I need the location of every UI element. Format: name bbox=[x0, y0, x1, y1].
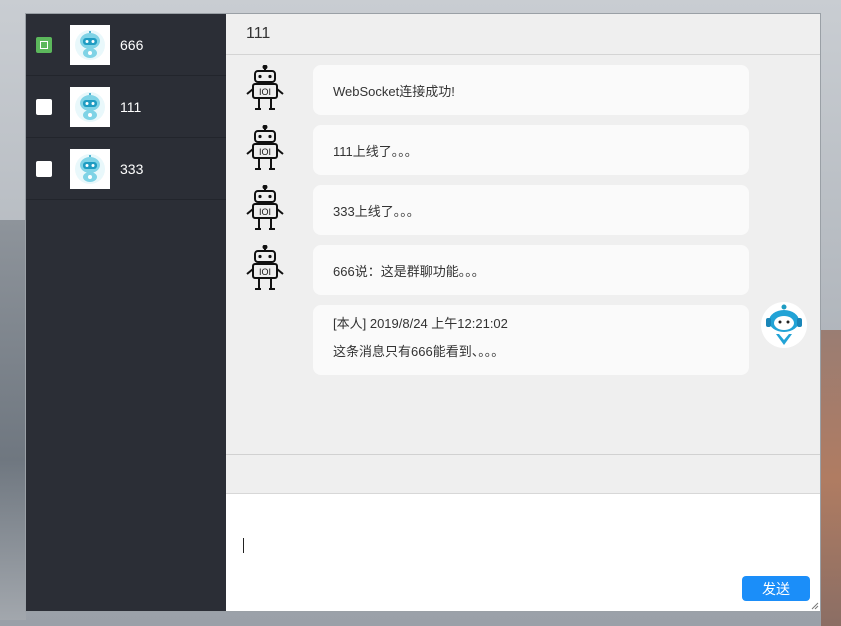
contact-checkbox[interactable] bbox=[36, 36, 52, 53]
contact-name: 333 bbox=[120, 160, 144, 177]
contact-avatar bbox=[70, 24, 110, 65]
contact-item-111[interactable]: 111 bbox=[26, 76, 226, 138]
svg-text:IOI: IOI bbox=[259, 87, 271, 97]
message-text: 333上线了。。。 bbox=[333, 203, 420, 219]
contact-avatar bbox=[70, 86, 110, 127]
robot-avatar-icon bbox=[75, 29, 105, 60]
robot-avatar-icon bbox=[75, 153, 105, 184]
message-text: 这条消息只有666能看到、。。。 bbox=[333, 344, 505, 359]
message-list[interactable]: IOI WebSocket连接成功! IOI 111上线了。。。 IOI 333… bbox=[226, 55, 820, 455]
message-text: 111上线了。。。 bbox=[333, 143, 418, 159]
message-text: 666说：这是群聊功能。。。 bbox=[333, 263, 485, 279]
send-button[interactable]: 发送 bbox=[742, 576, 810, 601]
message-bubble: WebSocket连接成功! bbox=[313, 65, 749, 115]
chat-window: 666 111 333 111 IOI WebSocket连接成功! IOI 1… bbox=[25, 13, 821, 612]
contact-name: 666 bbox=[120, 36, 144, 53]
message-bubble: 111上线了。。。 bbox=[313, 125, 749, 175]
message-bubble: 666说：这是群聊功能。。。 bbox=[313, 245, 749, 295]
checkmark-icon bbox=[40, 40, 48, 49]
text-cursor bbox=[243, 538, 244, 553]
chat-title: 111 bbox=[226, 14, 820, 55]
contact-avatar bbox=[70, 148, 110, 189]
message-meta: [本人] 2019/8/24 上午12:21:02 bbox=[333, 316, 508, 331]
svg-text:IOI: IOI bbox=[259, 267, 271, 277]
chat-panel: 111 IOI WebSocket连接成功! IOI 111上线了。。。 IOI… bbox=[226, 14, 820, 611]
message-input[interactable]: 发送 bbox=[226, 494, 820, 611]
input-toolbar bbox=[226, 455, 820, 494]
robot-icon: IOI bbox=[246, 125, 284, 170]
background-left bbox=[0, 220, 26, 620]
robot-avatar-icon bbox=[75, 91, 105, 122]
resize-handle-icon[interactable] bbox=[811, 602, 819, 610]
svg-text:IOI: IOI bbox=[259, 147, 271, 157]
contact-sidebar: 666 111 333 bbox=[26, 14, 226, 611]
background-right bbox=[821, 330, 841, 626]
contact-name: 111 bbox=[120, 98, 142, 115]
robot-icon: IOI bbox=[246, 245, 284, 290]
contact-item-666[interactable]: 666 bbox=[26, 14, 226, 76]
message-text: WebSocket连接成功! bbox=[333, 83, 455, 99]
robot-icon: IOI bbox=[246, 185, 284, 230]
message-bubble: [本人] 2019/8/24 上午12:21:02 这条消息只有666能看到、。… bbox=[313, 305, 749, 375]
contact-checkbox[interactable] bbox=[36, 98, 52, 115]
contact-item-333[interactable]: 333 bbox=[26, 138, 226, 200]
contact-checkbox[interactable] bbox=[36, 160, 52, 177]
robot-icon: IOI bbox=[246, 65, 284, 110]
message-bubble: 333上线了。。。 bbox=[313, 185, 749, 235]
self-avatar-icon bbox=[761, 302, 807, 348]
svg-text:IOI: IOI bbox=[259, 207, 271, 217]
